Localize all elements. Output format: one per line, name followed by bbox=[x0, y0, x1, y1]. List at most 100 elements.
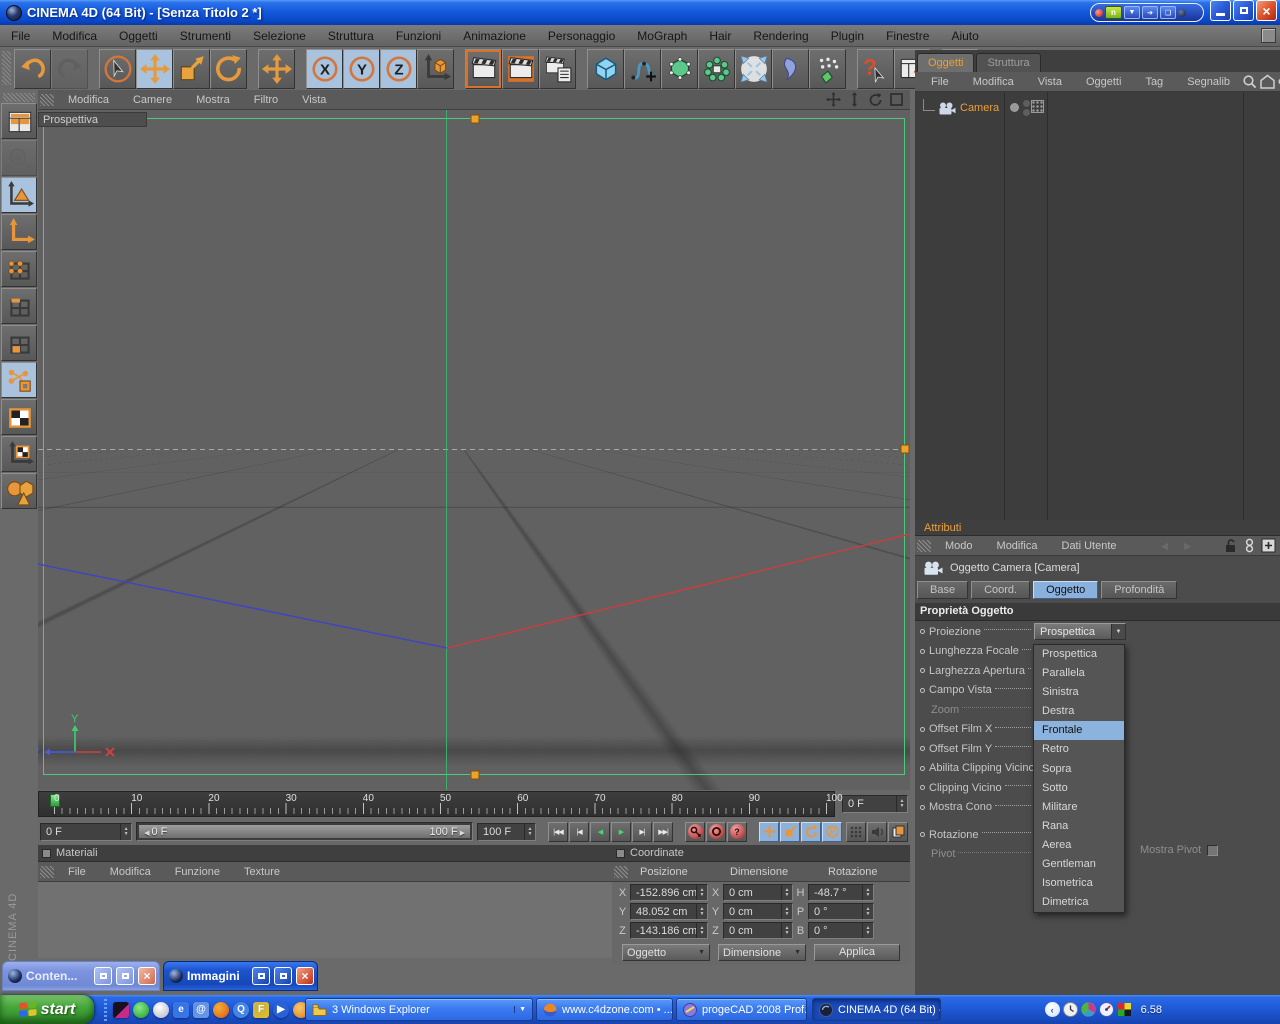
taskbar-button-www-c4dzone-com[interactable]: www.c4dzone.com • ... bbox=[536, 998, 673, 1021]
menu-animazione[interactable]: Animazione bbox=[452, 29, 537, 43]
add-panel-icon[interactable] bbox=[1261, 538, 1276, 553]
object-manager-list[interactable]: Camera bbox=[915, 92, 1280, 520]
timeline-ruler[interactable]: 0 10 20 30 40 50 60 70 80 90 100 bbox=[38, 791, 843, 817]
attributes-menu-modifica[interactable]: Modifica bbox=[985, 540, 1050, 552]
menu-funzioni[interactable]: Funzioni bbox=[385, 29, 452, 43]
prev-frame-button[interactable]: ◀ bbox=[590, 821, 610, 842]
attributes-menu-dati-utente[interactable]: Dati Utente bbox=[1050, 540, 1129, 552]
taskbar-button-cinema-4d-64-bit[interactable]: CINEMA 4D (64 Bit) - ... bbox=[812, 998, 941, 1021]
sound-button[interactable] bbox=[867, 821, 887, 842]
projection-option-dimetrica[interactable]: Dimetrica bbox=[1034, 893, 1124, 912]
projection-option-destra[interactable]: Destra bbox=[1034, 702, 1124, 721]
view-rotate-icon[interactable] bbox=[868, 92, 883, 107]
window-titlebar[interactable]: CINEMA 4D (64 Bit) - [Senza Titolo 2 *] … bbox=[0, 0, 1280, 25]
object-mode-button[interactable] bbox=[1, 473, 37, 509]
spinner-arrows-icon[interactable] bbox=[862, 923, 873, 938]
restore-button[interactable] bbox=[1233, 0, 1254, 21]
key-position-button[interactable] bbox=[759, 821, 779, 842]
animation-bullet-icon[interactable] bbox=[920, 726, 925, 732]
animation-mode-button[interactable] bbox=[1, 362, 37, 398]
menu-struttura[interactable]: Struttura bbox=[317, 29, 385, 43]
spinner-arrows-icon[interactable] bbox=[524, 823, 535, 840]
autokeying-button[interactable] bbox=[706, 821, 726, 842]
spinner-arrows-icon[interactable] bbox=[896, 796, 907, 812]
panel-grip[interactable] bbox=[40, 865, 54, 878]
object-manager-menu-segnalib[interactable]: Segnalib bbox=[1175, 76, 1242, 88]
menu-finestre[interactable]: Finestre bbox=[875, 29, 940, 43]
live-selection-button[interactable] bbox=[99, 48, 136, 89]
window-immagini-minimized[interactable]: Immagini × bbox=[163, 961, 318, 991]
animation-bullet-icon[interactable] bbox=[920, 804, 925, 810]
redo-button[interactable] bbox=[51, 48, 88, 89]
view-pan-icon[interactable] bbox=[826, 92, 841, 107]
deformer-button[interactable] bbox=[772, 48, 809, 89]
visibility-dot-editor-icon[interactable] bbox=[1023, 100, 1030, 107]
lock-icon[interactable] bbox=[1223, 538, 1238, 553]
materials-menu-texture[interactable]: Texture bbox=[232, 866, 292, 878]
position-z-field[interactable]: -143.186 cm bbox=[630, 922, 708, 939]
attribute-tab-base[interactable]: Base bbox=[917, 581, 969, 599]
record-options-button[interactable]: ? bbox=[727, 821, 747, 842]
animation-bullet-icon[interactable] bbox=[920, 629, 925, 635]
nview-collapse-button[interactable]: ▼ bbox=[1124, 6, 1140, 19]
menu-aiuto[interactable]: Aiuto bbox=[940, 29, 989, 43]
apply-button[interactable]: Applica bbox=[814, 944, 900, 961]
record-keyframe-button[interactable] bbox=[685, 821, 705, 842]
key-point-level-button[interactable] bbox=[846, 821, 866, 842]
layout-button[interactable] bbox=[1, 103, 37, 139]
undo-button[interactable] bbox=[14, 48, 51, 89]
frame-spinner[interactable]: 0 F bbox=[842, 795, 908, 813]
viewport-menu-camere[interactable]: Camere bbox=[121, 94, 184, 106]
quicktime-icon[interactable]: Q bbox=[233, 1001, 249, 1018]
spinner-arrows-icon[interactable] bbox=[781, 904, 792, 919]
help-button[interactable]: ? bbox=[857, 48, 894, 89]
viewport-menu-filtro[interactable]: Filtro bbox=[242, 94, 290, 106]
menu-modifica[interactable]: Modifica bbox=[41, 29, 108, 43]
array-button[interactable] bbox=[698, 48, 735, 89]
restore-button[interactable] bbox=[94, 967, 112, 985]
projection-option-gentleman[interactable]: Gentleman bbox=[1034, 855, 1124, 874]
attribute-tab-profondit[interactable]: Profondità bbox=[1101, 581, 1178, 599]
lock-z-button[interactable]: Z bbox=[380, 48, 417, 89]
lock-x-button[interactable]: X bbox=[306, 48, 343, 89]
size-mode-dropdown[interactable]: Dimensione ▼ bbox=[718, 944, 806, 961]
object-manager-menu-file[interactable]: File bbox=[919, 76, 961, 88]
viewport-canvas[interactable]: Y Z Prospettiva bbox=[38, 110, 910, 790]
goto-start-button[interactable]: |◀◀ bbox=[548, 821, 568, 842]
move-button[interactable] bbox=[136, 48, 173, 89]
position-y-field[interactable]: 48.052 cm bbox=[630, 903, 708, 920]
projection-option-isometrica[interactable]: Isometrica bbox=[1034, 874, 1124, 893]
materials-menu-funzione[interactable]: Funzione bbox=[163, 866, 232, 878]
animation-bullet-icon[interactable] bbox=[920, 668, 925, 674]
mostra-pivot-checkbox[interactable] bbox=[1207, 844, 1219, 856]
wheel-icon[interactable] bbox=[133, 1001, 149, 1018]
menu-rendering[interactable]: Rendering bbox=[742, 29, 819, 43]
model-mode-button[interactable] bbox=[1, 177, 37, 213]
internet-explorer-icon[interactable]: e bbox=[173, 1001, 189, 1018]
dimension-y-field[interactable]: 0 cm bbox=[723, 903, 793, 920]
window-content-browser-minimized[interactable]: Conten... × bbox=[2, 961, 160, 991]
attributes-menu-modo[interactable]: Modo bbox=[933, 540, 985, 552]
play-forward-button[interactable]: ▶ bbox=[611, 821, 631, 842]
link-icon[interactable] bbox=[1242, 538, 1257, 553]
rotation-b-field[interactable]: 0 ° bbox=[808, 922, 874, 939]
projection-option-sotto[interactable]: Sotto bbox=[1034, 779, 1124, 798]
min-frame-field[interactable]: 0 F bbox=[40, 822, 133, 841]
start-button[interactable]: start bbox=[0, 995, 94, 1024]
tab-struttura[interactable]: Struttura bbox=[976, 53, 1041, 72]
projection-dropdown[interactable]: Prospettica ▼ bbox=[1034, 623, 1126, 641]
position-x-field[interactable]: -152.896 cm bbox=[630, 884, 708, 901]
animation-bullet-icon[interactable] bbox=[920, 785, 925, 791]
menu-selezione[interactable]: Selezione bbox=[242, 29, 317, 43]
view-zoom-icon[interactable] bbox=[847, 92, 862, 107]
nview-restore-button[interactable]: ❏ bbox=[1160, 6, 1176, 19]
nvidia-nview-toolbar[interactable]: n ▼ ➔ ❏ bbox=[1090, 3, 1204, 22]
view-maximize-icon[interactable] bbox=[889, 92, 904, 107]
object-manager-menu-oggetti[interactable]: Oggetti bbox=[1074, 76, 1133, 88]
panel-grip[interactable] bbox=[40, 93, 54, 106]
toolbar-grip[interactable] bbox=[3, 93, 35, 102]
spinner-arrows-icon[interactable] bbox=[696, 885, 707, 900]
menu-mograph[interactable]: MoGraph bbox=[626, 29, 698, 43]
close-button[interactable]: × bbox=[1256, 0, 1277, 21]
hypernurbs-button[interactable] bbox=[661, 48, 698, 89]
